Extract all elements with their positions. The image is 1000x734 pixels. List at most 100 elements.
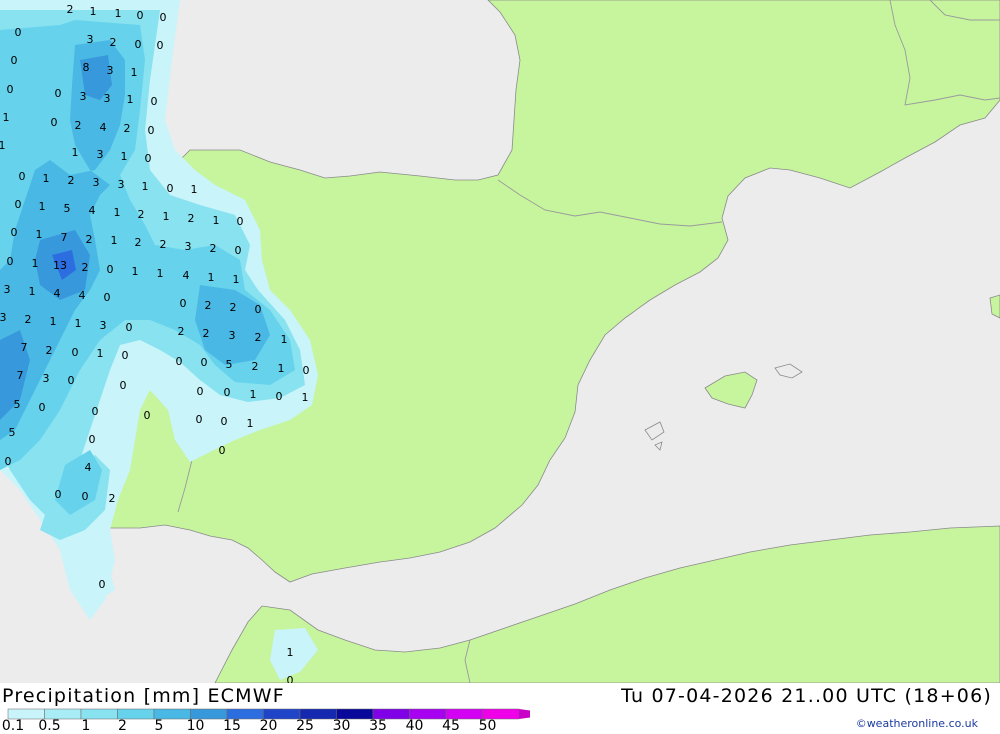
precip-value: 1: [278, 362, 285, 375]
footer: Precipitation [mm] ECMWF Tu 07-04-2026 2…: [0, 683, 1000, 734]
credit-link[interactable]: ©weatheronline.co.uk: [856, 717, 978, 730]
precip-value: 0: [7, 83, 14, 96]
precip-value: 0: [120, 379, 127, 392]
precip-value: 0: [255, 303, 262, 316]
precip-value: 1: [50, 315, 57, 328]
precip-value: 3: [97, 148, 104, 161]
legend-label: 45: [442, 718, 460, 734]
precip-value: 3: [43, 372, 50, 385]
precip-value: 0: [167, 182, 174, 195]
precipitation-map[interactable]: 2110003200083100331010242011310012331010…: [0, 0, 1000, 687]
legend-label: 5: [154, 718, 164, 734]
precip-value: 2: [160, 238, 167, 251]
precip-value: 0: [122, 349, 129, 362]
precip-value: 1: [115, 7, 122, 20]
precip-value: 0: [135, 38, 142, 51]
precip-value: 5: [226, 358, 233, 371]
precip-value: 2: [205, 299, 212, 312]
precip-value: 1: [163, 210, 170, 223]
precip-value: 0: [196, 413, 203, 426]
legend-arrow: [519, 709, 530, 719]
precip-value: 0: [176, 355, 183, 368]
precip-value: 0: [68, 374, 75, 387]
precip-value: 2: [67, 3, 74, 16]
precip-value: 0: [107, 263, 114, 276]
precip-value: 1: [191, 183, 198, 196]
precip-value: 1: [39, 200, 46, 213]
precip-value: 0: [221, 415, 228, 428]
precip-value: 0: [11, 54, 18, 67]
precip-value: 1: [72, 146, 79, 159]
precip-value: 1: [287, 646, 294, 659]
legend-label: 0.5: [38, 718, 61, 734]
precip-value: 0: [145, 152, 152, 165]
legend-label: 25: [296, 718, 314, 734]
precip-value: 2: [110, 36, 117, 49]
precip-value: 2: [188, 212, 195, 225]
precip-value: 2: [135, 236, 142, 249]
precip-value: 0: [151, 95, 158, 108]
precip-value: 0: [55, 488, 62, 501]
precip-value: 1: [127, 93, 134, 106]
precip-value: 1: [247, 417, 254, 430]
precip-value: 13: [53, 259, 67, 272]
precip-value: 0: [19, 170, 26, 183]
precip-value: 2: [109, 492, 116, 505]
precip-value: 2: [25, 313, 32, 326]
precip-value: 1: [213, 214, 220, 227]
precip-value: 0: [39, 401, 46, 414]
precip-value: 0: [15, 198, 22, 211]
precip-value: 0: [15, 26, 22, 39]
precip-value: 0: [7, 255, 14, 268]
precip-value: 0: [287, 674, 294, 683]
precip-value: 1: [29, 285, 36, 298]
precip-value: 2: [252, 360, 259, 373]
precip-value: 2: [68, 174, 75, 187]
precip-value: 0: [51, 116, 58, 129]
precip-value: 0: [201, 356, 208, 369]
precip-value: 1: [302, 391, 309, 404]
precip-value: 0: [303, 364, 310, 377]
precip-value: 0: [11, 226, 18, 239]
precip-value: 1: [0, 139, 6, 152]
precip-value: 3: [0, 311, 7, 324]
precip-value: 0: [237, 215, 244, 228]
precip-value: 1: [36, 228, 43, 241]
precip-value: 2: [203, 327, 210, 340]
precip-value: 2: [210, 242, 217, 255]
legend-label: 1: [81, 718, 91, 734]
precip-value: 1: [250, 388, 257, 401]
legend-label: 40: [405, 718, 424, 734]
legend-label: 2: [118, 718, 127, 734]
precip-value: 2: [46, 344, 53, 357]
precip-value: 3: [87, 33, 94, 46]
precip-value: 0: [137, 9, 144, 22]
precip-value: 7: [61, 231, 68, 244]
precip-value: 1: [233, 273, 240, 286]
precip-value: 0: [157, 39, 164, 52]
legend-label: 30: [332, 718, 351, 734]
map-canvas: 2 1 1 0 003 2 0 008 3 10 0 3 3 1 01 0 2 4 2 011 3 1 00 1 2 3 3 1 0 10…: [0, 0, 1000, 687]
precip-value: 0: [89, 433, 96, 446]
precip-value: 7: [21, 341, 28, 354]
precip-value: 0: [5, 455, 12, 468]
precip-value: 4: [54, 287, 61, 300]
precip-value: 2: [255, 331, 262, 344]
precip-value: 1: [132, 265, 139, 278]
precip-value: 2: [230, 301, 237, 314]
precip-value: 0: [224, 386, 231, 399]
precip-value: 2: [82, 261, 89, 274]
legend-label: 10: [186, 718, 205, 734]
legend-label: 15: [223, 718, 241, 734]
precip-value: 3: [104, 92, 111, 105]
precip-value: 0: [82, 490, 89, 503]
precip-value: 1: [32, 257, 39, 270]
precip-value: 4: [100, 121, 107, 134]
precip-value: 3: [93, 176, 100, 189]
precip-value: 0: [180, 297, 187, 310]
precip-value: 5: [9, 426, 16, 439]
precip-value: 4: [79, 289, 86, 302]
precip-value: 4: [85, 461, 92, 474]
precip-value: 1: [121, 150, 128, 163]
precip-value: 1: [3, 111, 10, 124]
